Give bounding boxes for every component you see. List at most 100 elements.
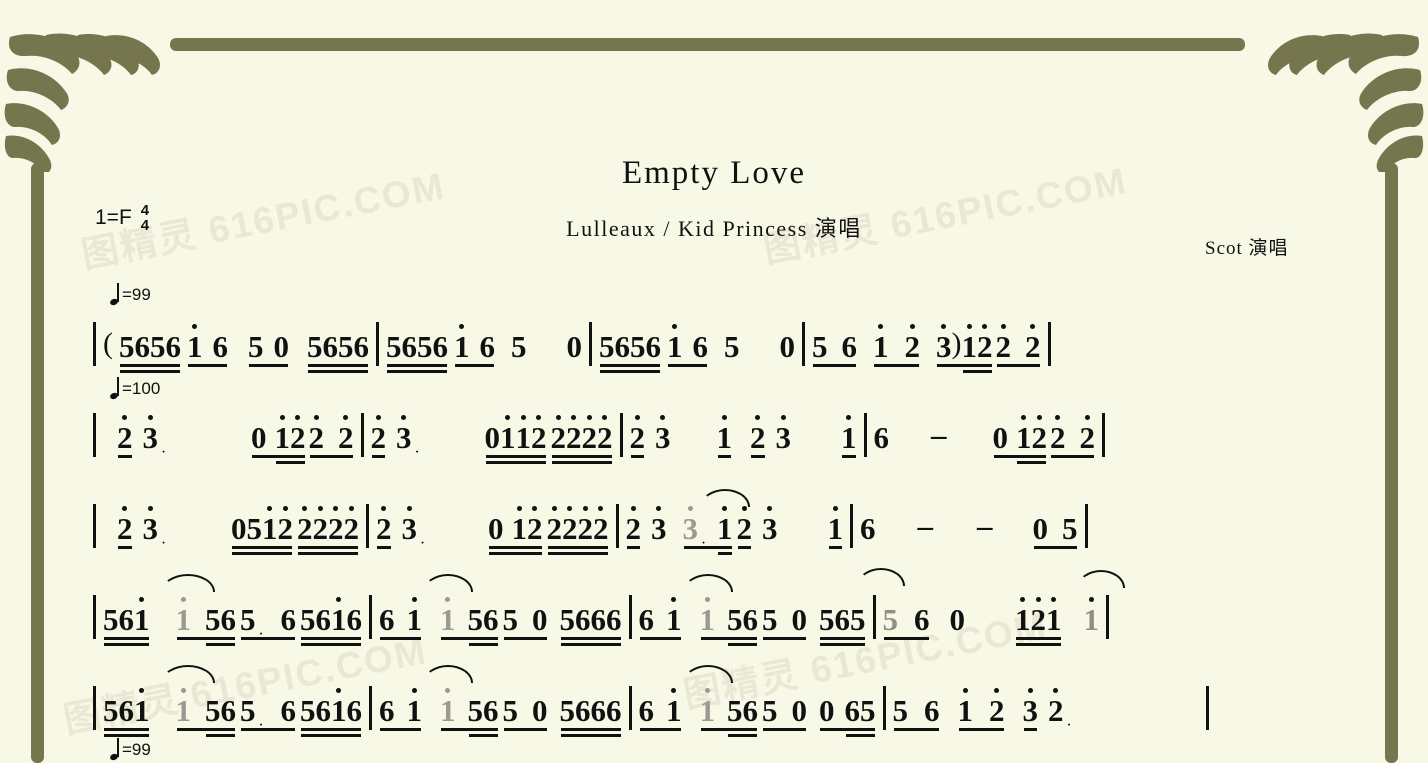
note-group: 2 — [750, 415, 766, 462]
note-group: 5666 — [560, 695, 622, 737]
measure-m4: 56 12 3) 12 22 — [812, 313, 1041, 373]
note-group: 1 56 — [176, 597, 236, 646]
border-bar-left — [31, 163, 44, 763]
note-group: 561 — [103, 597, 150, 646]
page-title: Empty Love — [621, 155, 807, 191]
note-group: 5656 — [599, 331, 661, 373]
note-group: 2 — [630, 415, 645, 462]
time-signature-denominator: 4 — [140, 217, 150, 235]
note-tied: 1 — [700, 597, 715, 644]
note-group: 0512 — [231, 506, 293, 555]
staff-line-4: 561 1 56 5 · 6 5616 61 1 5 6 5 0 5 6 6 6… — [86, 568, 1356, 646]
measure-m17: 561 1 56 5 · 6 5616 — [103, 665, 362, 737]
note: 3 — [402, 506, 417, 553]
slur-arc — [423, 574, 473, 592]
note-tied: 1 — [440, 688, 456, 735]
note-group: 50 — [762, 604, 807, 644]
barline — [376, 322, 379, 366]
note-group: 61 — [639, 688, 682, 735]
tempo-value: =100 — [122, 379, 161, 398]
barline — [802, 322, 805, 366]
note: 3 — [651, 506, 667, 553]
barline — [628, 595, 632, 639]
dotted-duration: · — [414, 444, 420, 461]
tempo-value: =99 — [122, 285, 151, 304]
note: 5 — [511, 329, 527, 364]
measure-m20: 56 12 3 2 · — [893, 677, 1199, 735]
quarter-note-icon — [110, 283, 121, 305]
note-group: 0 65 — [819, 695, 876, 737]
tempo-mark-2: =100 — [110, 377, 160, 399]
note-group: 61 — [379, 688, 422, 735]
measure-m10: 2 3 · 012 2222 — [376, 495, 609, 555]
slur-arc — [856, 568, 905, 586]
measure-m14: 61 1 56 50 5666 — [379, 574, 622, 646]
measure-m6: 2 3 · 0112 2222 — [371, 404, 613, 464]
open-paren: ( — [103, 327, 113, 360]
note: 3 — [655, 415, 671, 462]
border-bar-top — [170, 38, 1245, 51]
note-group: 2222 — [297, 506, 359, 555]
measure-m1: ( 5656 16 50 5656 — [103, 313, 369, 373]
note: 5 — [724, 329, 740, 364]
measure-m12: 6 – – 05 — [860, 495, 1078, 553]
slur-arc — [161, 574, 215, 592]
note-group: 5616 — [300, 688, 362, 737]
sustain-dash: – — [917, 508, 934, 543]
time-signature: 4 4 — [141, 203, 149, 234]
barline — [1205, 686, 1209, 730]
note-group: 22 — [996, 324, 1041, 371]
note-group: 5 · 6 — [240, 602, 296, 643]
note-group: 12 — [958, 688, 1005, 735]
tempo-mark-1: =99 — [110, 283, 151, 305]
note-group: 2 — [371, 415, 386, 462]
note-group: 2 — [117, 415, 133, 462]
measure-m11: 2 3 3 · 1 2 3 1 — [626, 489, 843, 555]
staff-line-3: 2 3 · 0512 2222 2 3 · 012 2222 2 3 3 · 1… — [86, 489, 1356, 555]
note-group: 5616 — [300, 597, 362, 646]
sheet-music-page: 图精灵 616PIC.COM 图精灵 616PIC.COM 图精灵 616PIC… — [0, 0, 1428, 763]
tempo-value: =99 — [122, 740, 151, 759]
note: 0 — [949, 602, 966, 637]
note-tied: 1 — [176, 597, 191, 644]
note-group: 0 12 — [993, 415, 1047, 464]
note-group: 61 — [379, 597, 422, 644]
note: 3 — [776, 415, 791, 462]
note-group: 2 — [117, 506, 133, 553]
border-bar-right — [1385, 163, 1398, 763]
slur-arc — [161, 665, 215, 683]
note: 6 — [873, 420, 890, 455]
measure-m16: 56 0 121 1 — [856, 568, 1125, 646]
slur-arc — [699, 489, 750, 507]
close-paren: ) — [951, 327, 962, 360]
note-group: 0112 — [485, 415, 547, 464]
note-group: 2 — [626, 506, 641, 553]
note-group: 2222 — [551, 415, 613, 464]
note-group: 1 56 — [700, 688, 758, 737]
slur-arc — [682, 574, 733, 592]
note: 3 — [396, 415, 412, 462]
corner-ornament-top-left — [2, 12, 177, 172]
measure-m8: 6 – 0 12 22 — [873, 404, 1095, 464]
measure-m9: 2 3 · 0512 2222 — [103, 495, 359, 555]
dotted-duration: · — [160, 535, 167, 552]
note-group: 121 — [1015, 597, 1062, 646]
dotted-duration: · — [419, 535, 426, 552]
barline — [93, 322, 96, 366]
note-group: 16 — [454, 324, 495, 371]
barline — [619, 413, 623, 457]
barline — [93, 686, 96, 730]
note: 3 — [143, 506, 158, 553]
staff-line-1: ( 5656 16 50 5656 5656 16 5 0 5 6 5 6 1 … — [86, 313, 1356, 373]
measure-m5: 2 3 · 0 12 22 — [103, 404, 354, 464]
measure-m3: 5656 16 5 0 — [599, 313, 795, 373]
note-group: 22 — [1050, 415, 1095, 462]
measure-m19: 61 1 56 50 0 65 — [639, 665, 876, 737]
note-group: 561 — [103, 688, 150, 737]
slur-arc — [1076, 570, 1125, 588]
note-group: 012 — [488, 506, 543, 555]
time-signature-numerator: 4 — [140, 202, 150, 219]
note-group: 565 — [819, 604, 866, 646]
note-group: 2 — [376, 506, 392, 553]
credit-performer: Scot 演唱 — [1205, 238, 1289, 259]
